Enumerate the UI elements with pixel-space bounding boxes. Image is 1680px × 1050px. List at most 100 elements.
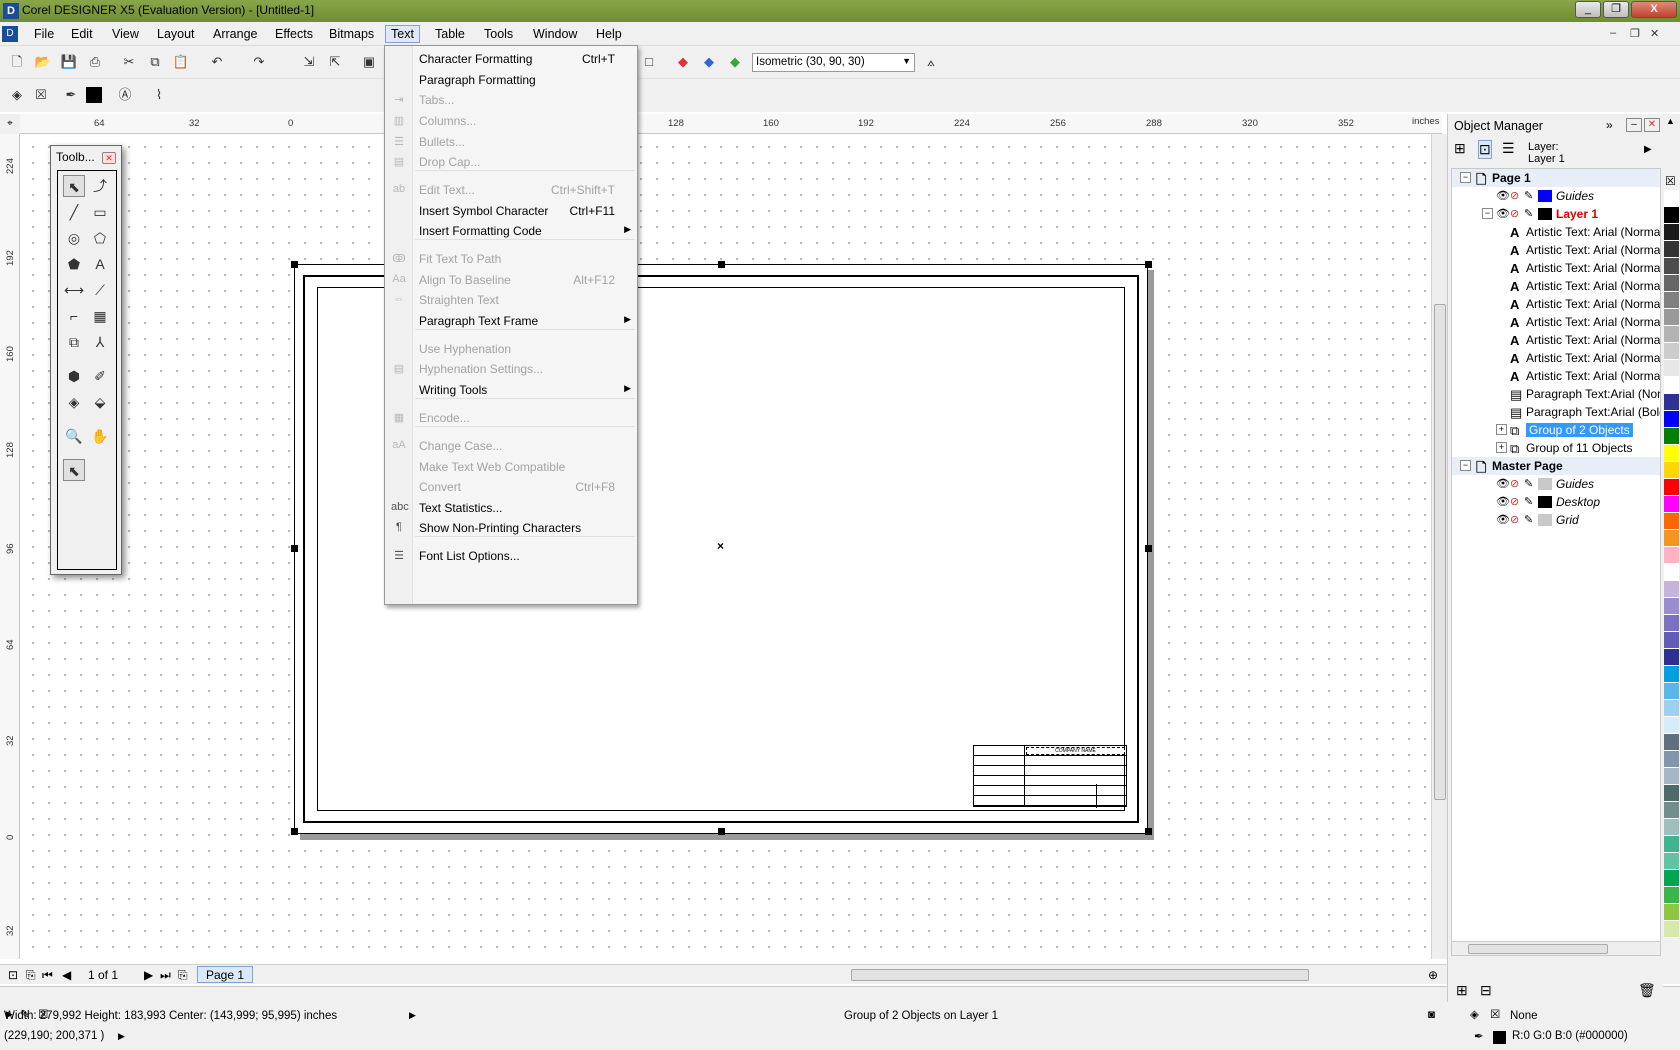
collapse-icon[interactable]: − xyxy=(1482,208,1493,219)
eyedropper-tool-icon[interactable]: ✐ xyxy=(89,365,111,387)
menu-item-character-formatting[interactable]: Character Formatting Ctrl+T xyxy=(385,49,637,69)
color-swatch[interactable] xyxy=(1664,632,1679,649)
object-tree[interactable]: − 🗋 Page 1 👁 ⊘ ✎ Guides − 👁 ⊘ ✎ Layer 1 A Artistic Te… xyxy=(1451,168,1661,956)
page-node[interactable]: − 🗋 Master Page xyxy=(1452,457,1660,475)
collapse-icon[interactable]: − xyxy=(1460,460,1471,471)
shape-tool-icon[interactable]: ⤴ xyxy=(89,175,111,197)
artistic-text-node[interactable]: A Artistic Text: Arial (Normal) xyxy=(1452,349,1660,367)
delete-icon[interactable]: 🗑 xyxy=(1638,982,1656,999)
menu-item-insert-symbol-character[interactable]: Insert Symbol Character Ctrl+F11 xyxy=(385,201,637,221)
callout-icon[interactable]: ⌇ xyxy=(150,86,168,104)
menu-item-use-hyphenation[interactable]: Use Hyphenation xyxy=(385,339,637,359)
color-proofing-icon[interactable]: ◙ xyxy=(1428,1009,1435,1021)
menu-tools[interactable]: Tools xyxy=(479,26,518,44)
group-node[interactable]: + ⧉ Group of 2 Objects xyxy=(1452,421,1660,439)
layer-node[interactable]: − 👁 ⊘ ✎ Layer 1 xyxy=(1452,205,1660,223)
visibility-icon[interactable]: 👁 xyxy=(1496,477,1510,490)
color-swatch[interactable] xyxy=(1664,785,1679,802)
color-swatch[interactable] xyxy=(1664,462,1679,479)
color-swatch[interactable] xyxy=(1664,343,1679,360)
menu-item-convert[interactable]: Convert Ctrl+F8 xyxy=(385,477,637,497)
color-swatch[interactable] xyxy=(1664,479,1679,496)
menu-item-bullets[interactable]: ☰ Bullets... xyxy=(385,132,637,152)
menu-item-encode[interactable]: ▦ Encode... xyxy=(385,408,637,428)
edit-toggle-icon[interactable]: ✎ xyxy=(1524,207,1533,220)
next-page-icon[interactable]: ▶ xyxy=(144,968,153,982)
effects-tool-icon[interactable]: ⅄ xyxy=(89,331,111,353)
color-swatch[interactable] xyxy=(1664,258,1679,275)
color-swatch[interactable] xyxy=(1664,394,1679,411)
color-swatch[interactable] xyxy=(1664,326,1679,343)
scroll-thumb[interactable] xyxy=(1468,944,1608,954)
redo-icon[interactable]: ↷ xyxy=(250,53,268,71)
color-swatch[interactable] xyxy=(1664,513,1679,530)
print-toggle-icon[interactable]: ⊘ xyxy=(1510,495,1519,508)
star-tool-icon[interactable]: ⬟ xyxy=(63,253,85,275)
import-icon[interactable]: ⇲ xyxy=(300,53,318,71)
selection-handle[interactable] xyxy=(291,545,298,552)
color-swatch[interactable] xyxy=(1664,802,1679,819)
selection-handle[interactable] xyxy=(1145,828,1152,835)
selection-handle[interactable] xyxy=(291,828,298,835)
doc-minimize-icon[interactable]: – xyxy=(1610,27,1616,39)
menu-edit[interactable]: Edit xyxy=(66,26,98,44)
app-launcher-icon[interactable]: ▣ xyxy=(360,53,378,71)
line-tool-icon[interactable]: ╱ xyxy=(63,201,85,223)
layer-manager-view-icon[interactable]: ☰ xyxy=(1502,140,1515,157)
print-toggle-icon[interactable]: ⊘ xyxy=(1510,477,1519,490)
projection-select[interactable]: Isometric (30, 90, 30) ▼ xyxy=(752,53,915,72)
layer-menu-icon[interactable]: ▶ xyxy=(1644,144,1652,155)
color-swatch[interactable] xyxy=(1664,309,1679,326)
smart-fill-tool-icon[interactable]: ⬙ xyxy=(89,391,111,413)
menu-item-make-text-web-compatible[interactable]: Make Text Web Compatible xyxy=(385,457,637,477)
layer-node[interactable]: 👁 ⊘ ✎ Guides xyxy=(1452,187,1660,205)
polygon-tool-icon[interactable]: ⬠ xyxy=(89,227,111,249)
expand-icon[interactable]: + xyxy=(1496,424,1507,435)
scroll-thumb[interactable] xyxy=(851,969,1309,981)
pointer-mode-icon[interactable]: ⬉ xyxy=(63,459,85,481)
text-properties-icon[interactable]: Ⓐ xyxy=(116,86,134,104)
color-swatch[interactable] xyxy=(1664,819,1679,836)
cube-red-icon[interactable]: ◆ xyxy=(674,53,692,71)
layer-node[interactable]: 👁 ⊘ ✎ Guides xyxy=(1452,475,1660,493)
rotation-center-icon[interactable]: × xyxy=(717,539,724,553)
artistic-text-node[interactable]: A Artistic Text: Arial (Normal) xyxy=(1452,295,1660,313)
artistic-text-node[interactable]: A Artistic Text: Arial (Normal) xyxy=(1452,367,1660,385)
layer-node[interactable]: 👁 ⊘ ✎ Desktop xyxy=(1452,493,1660,511)
color-swatch[interactable] xyxy=(1664,598,1679,615)
pick-tool-icon[interactable]: ⬉ xyxy=(63,175,85,197)
zoom-navigator-icon[interactable]: ⊕ xyxy=(1428,968,1438,982)
color-swatch[interactable] xyxy=(1664,360,1679,377)
selection-handle[interactable] xyxy=(718,261,725,268)
layer-color-swatch[interactable] xyxy=(1538,478,1552,490)
edit-toggle-icon[interactable]: ✎ xyxy=(1524,189,1533,202)
maximize-button[interactable]: ❐ xyxy=(1603,1,1629,18)
previous-page-icon[interactable]: ◀ xyxy=(62,968,71,982)
doc-close-icon[interactable]: ✕ xyxy=(1650,27,1659,40)
menu-item-tabs[interactable]: ⇥ Tabs... xyxy=(385,90,637,110)
color-swatch[interactable] xyxy=(1664,700,1679,717)
last-page-icon[interactable]: ⏭ xyxy=(160,968,171,983)
artistic-text-node[interactable]: A Artistic Text: Arial (Normal) xyxy=(1452,277,1660,295)
menu-arrange[interactable]: Arrange xyxy=(208,26,262,44)
title-block[interactable]: COMPANY NAME xyxy=(973,745,1127,808)
menu-item-font-list-options[interactable]: ☰ Font List Options... xyxy=(385,546,637,566)
print-icon[interactable]: ⎙ xyxy=(86,53,104,71)
print-toggle-icon[interactable]: ⊘ xyxy=(1510,207,1519,220)
color-swatch[interactable] xyxy=(1664,207,1679,224)
color-swatch[interactable] xyxy=(1664,445,1679,462)
undo-icon[interactable]: ↶ xyxy=(208,53,226,71)
layer-color-swatch[interactable] xyxy=(1538,514,1552,526)
ruler-units-icon[interactable]: ⊡ xyxy=(8,968,18,982)
color-swatch[interactable] xyxy=(1664,751,1679,768)
expand-icon[interactable]: + xyxy=(1496,442,1507,453)
color-swatch[interactable] xyxy=(1664,853,1679,870)
color-swatch[interactable] xyxy=(1664,547,1679,564)
selection-handle[interactable] xyxy=(1145,261,1152,268)
layer-color-swatch[interactable] xyxy=(1538,208,1552,220)
show-properties-icon[interactable]: ⊞ xyxy=(1454,140,1466,157)
cut-icon[interactable]: ✂ xyxy=(120,53,138,71)
menu-help[interactable]: Help xyxy=(591,26,627,44)
color-swatch[interactable] xyxy=(1664,836,1679,853)
selection-handle[interactable] xyxy=(718,828,725,835)
